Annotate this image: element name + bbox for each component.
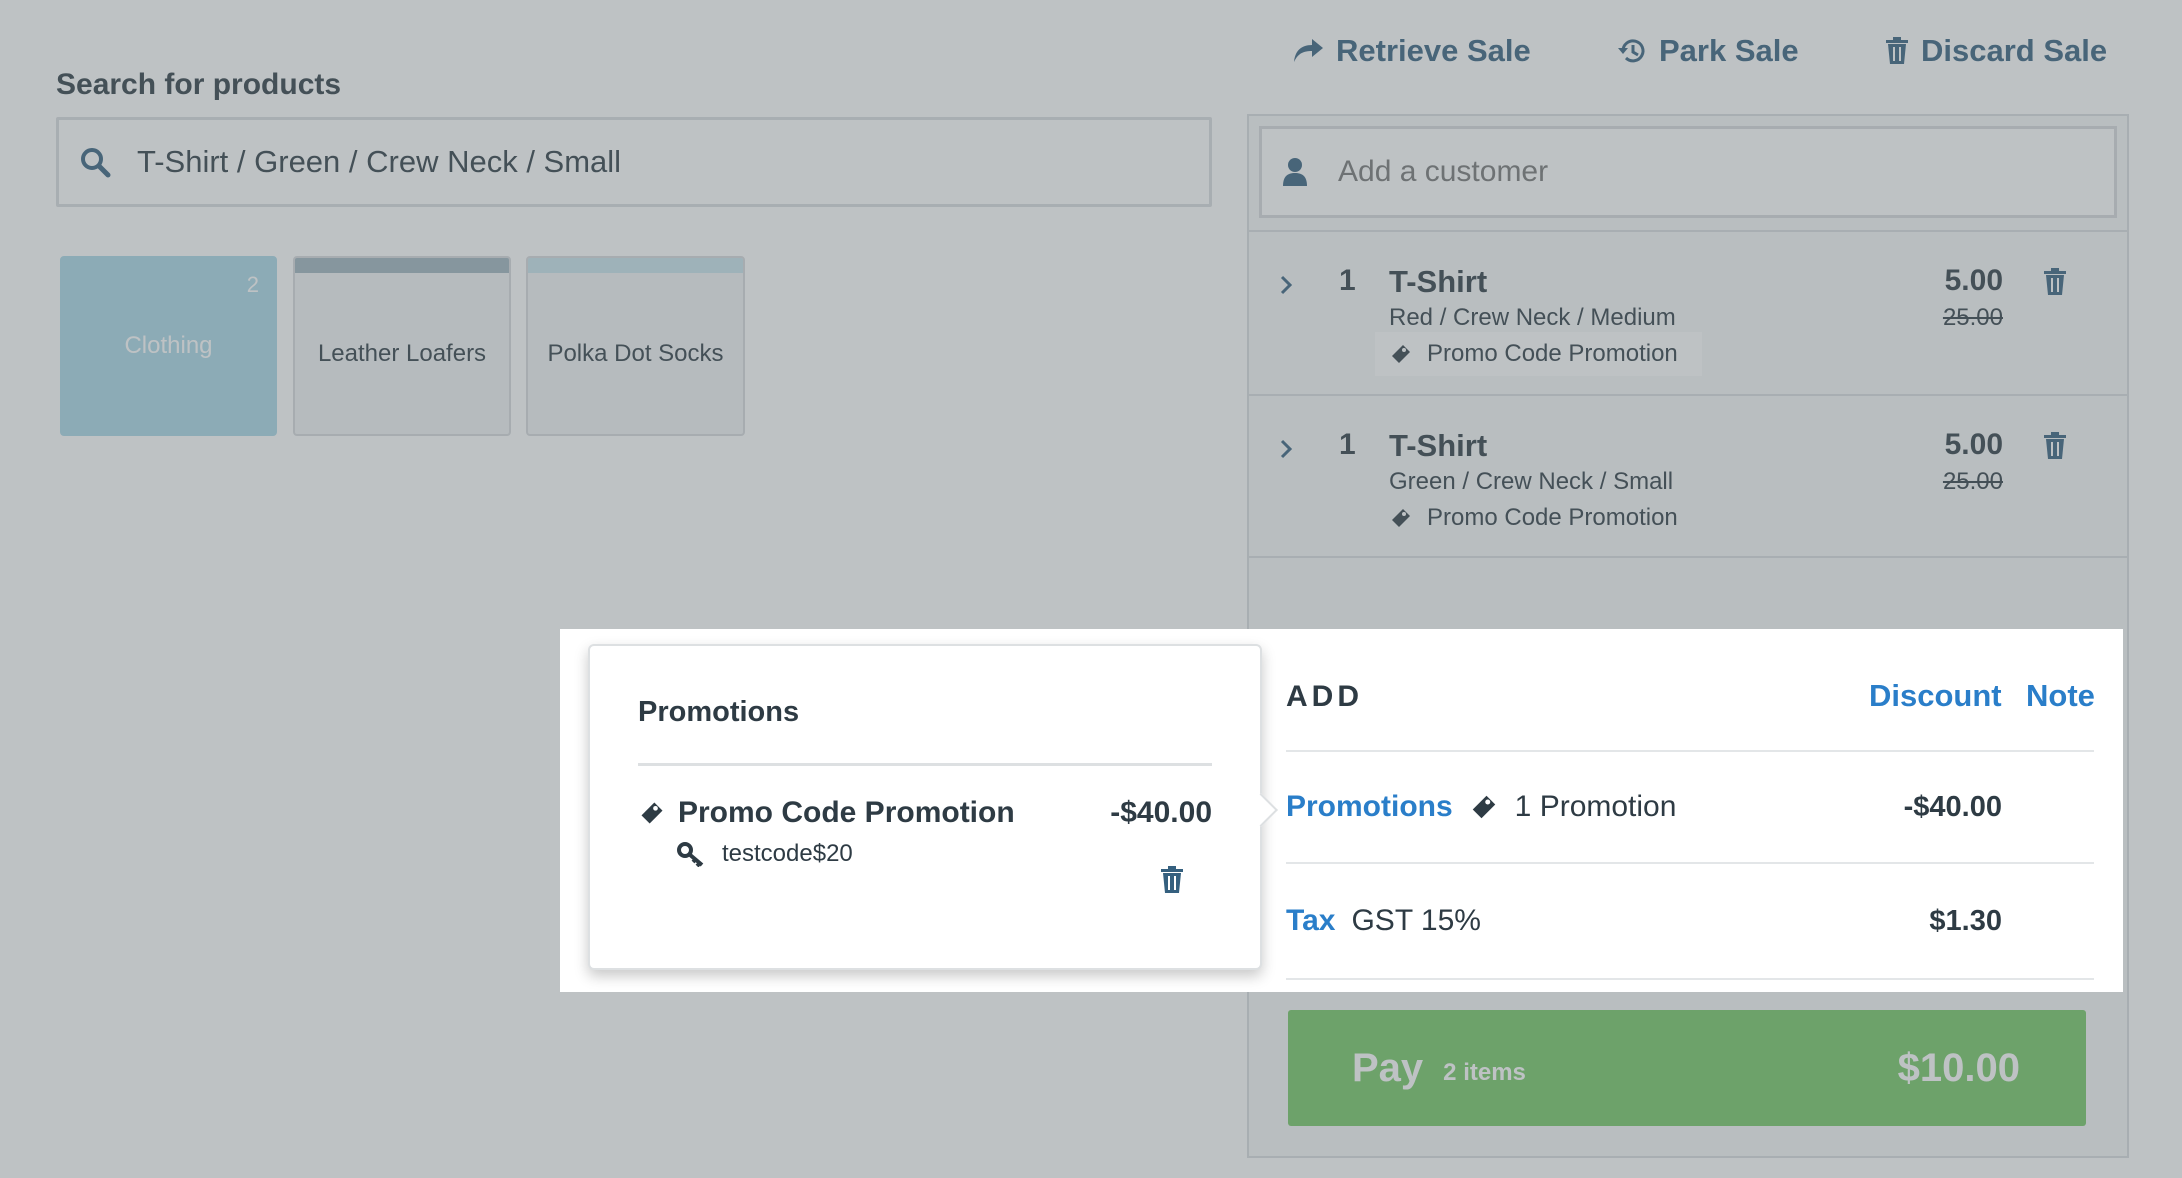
line-item-name: T-Shirt	[1389, 428, 1488, 463]
line-item-qty: 1	[1339, 428, 1356, 461]
history-icon	[1617, 36, 1647, 66]
tile-label: Polka Dot Socks	[547, 340, 724, 367]
line-item[interactable]: 1 T-Shirt Red / Crew Neck / Medium Promo…	[1249, 230, 2127, 394]
customer-input[interactable]	[1338, 155, 2098, 189]
discount-link[interactable]: Discount	[1869, 678, 2002, 714]
divider	[1286, 750, 2094, 752]
add-heading: ADD	[1286, 680, 1363, 713]
tax-value: $1.30	[1929, 904, 2002, 937]
ticket-icon	[1469, 792, 1499, 822]
customer-search-box[interactable]	[1259, 126, 2117, 218]
promotions-row[interactable]: Promotions 1 Promotion -$40.00	[1286, 777, 2094, 837]
pay-item-count: 2 items	[1443, 1059, 1526, 1086]
line-item-name: T-Shirt	[1389, 264, 1488, 299]
trash-icon[interactable]	[2043, 268, 2067, 301]
popup-title: Promotions	[638, 696, 800, 728]
retrieve-sale-label: Retrieve Sale	[1336, 33, 1531, 68]
park-sale-button[interactable]: Park Sale	[1617, 28, 1799, 74]
tax-link[interactable]: Tax	[1286, 904, 1335, 938]
promotions-popup: Promotions Promo Code Promotion -$40.00 …	[588, 644, 1278, 970]
park-sale-label: Park Sale	[1659, 33, 1799, 68]
tax-name: GST 15%	[1351, 904, 1481, 937]
promotions-value: -$40.00	[1903, 790, 2002, 823]
trash-icon[interactable]	[2043, 432, 2067, 465]
retrieve-sale-button[interactable]: Retrieve Sale	[1292, 28, 1531, 74]
discard-sale-label: Discard Sale	[1921, 33, 2108, 68]
share-arrow-icon	[1292, 37, 1324, 65]
promotions-link[interactable]: Promotions	[1286, 790, 1453, 824]
promo-name: Promo Code Promotion	[638, 796, 1015, 830]
trash-icon	[1885, 37, 1909, 65]
search-icon	[79, 146, 111, 178]
tile-color-bar	[295, 258, 509, 273]
tile-clothing[interactable]: 2 Clothing	[60, 256, 277, 436]
line-item-variant: Green / Crew Neck / Small	[1389, 468, 1674, 495]
line-item[interactable]: 1 T-Shirt Green / Crew Neck / Small Prom…	[1249, 394, 2127, 558]
promo-amount: -$40.00	[1110, 796, 1212, 829]
line-item-variant: Red / Crew Neck / Medium	[1389, 304, 1676, 331]
line-item-promo: Promo Code Promotion	[1375, 332, 1702, 376]
promo-code-label: testcode$20	[722, 840, 853, 867]
divider	[638, 763, 1212, 766]
tile-color-bar	[528, 258, 743, 273]
promo-code: testcode$20	[676, 840, 853, 868]
trash-icon[interactable]	[1160, 866, 1184, 899]
pay-label: Pay	[1352, 1045, 1424, 1090]
pay-total: $10.00	[1897, 1045, 2020, 1090]
line-item-promo: Promo Code Promotion	[1389, 496, 1678, 540]
ticket-icon	[1389, 342, 1413, 366]
line-item-price: 5.00	[1944, 428, 2003, 461]
line-item-original-price: 25.00	[1942, 304, 2003, 331]
ticket-icon	[638, 799, 666, 827]
key-icon	[676, 841, 706, 867]
chevron-right-icon[interactable]	[1279, 438, 1293, 465]
promo-name-label: Promo Code Promotion	[678, 796, 1015, 829]
tile-polka-dot-socks[interactable]: Polka Dot Socks	[526, 256, 745, 436]
promotions-count: 1 Promotion	[1514, 790, 1677, 823]
tile-label: Clothing	[124, 332, 213, 359]
ticket-icon	[1389, 506, 1413, 530]
divider	[1286, 862, 2094, 864]
tile-count-badge: 2	[246, 272, 259, 297]
line-item-original-price: 25.00	[1942, 468, 2003, 495]
chevron-right-icon[interactable]	[1279, 274, 1293, 301]
pay-button[interactable]: Pay 2 items $10.00	[1288, 1010, 2086, 1126]
line-item-price: 5.00	[1944, 264, 2003, 297]
discard-sale-button[interactable]: Discard Sale	[1885, 28, 2107, 74]
divider	[1286, 978, 2094, 980]
product-search-input[interactable]	[137, 144, 1137, 180]
note-link[interactable]: Note	[2026, 678, 2095, 714]
line-item-promo-label: Promo Code Promotion	[1427, 504, 1678, 531]
line-item-promo-label: Promo Code Promotion	[1427, 340, 1678, 367]
product-search-box[interactable]	[56, 117, 1212, 207]
user-icon	[1282, 157, 1308, 187]
line-item-qty: 1	[1339, 264, 1356, 297]
tile-label: Leather Loafers	[317, 340, 487, 367]
tile-leather-loafers[interactable]: Leather Loafers	[293, 256, 511, 436]
search-label: Search for products	[56, 68, 342, 101]
tax-row[interactable]: Tax GST 15% $1.30	[1286, 891, 2094, 951]
